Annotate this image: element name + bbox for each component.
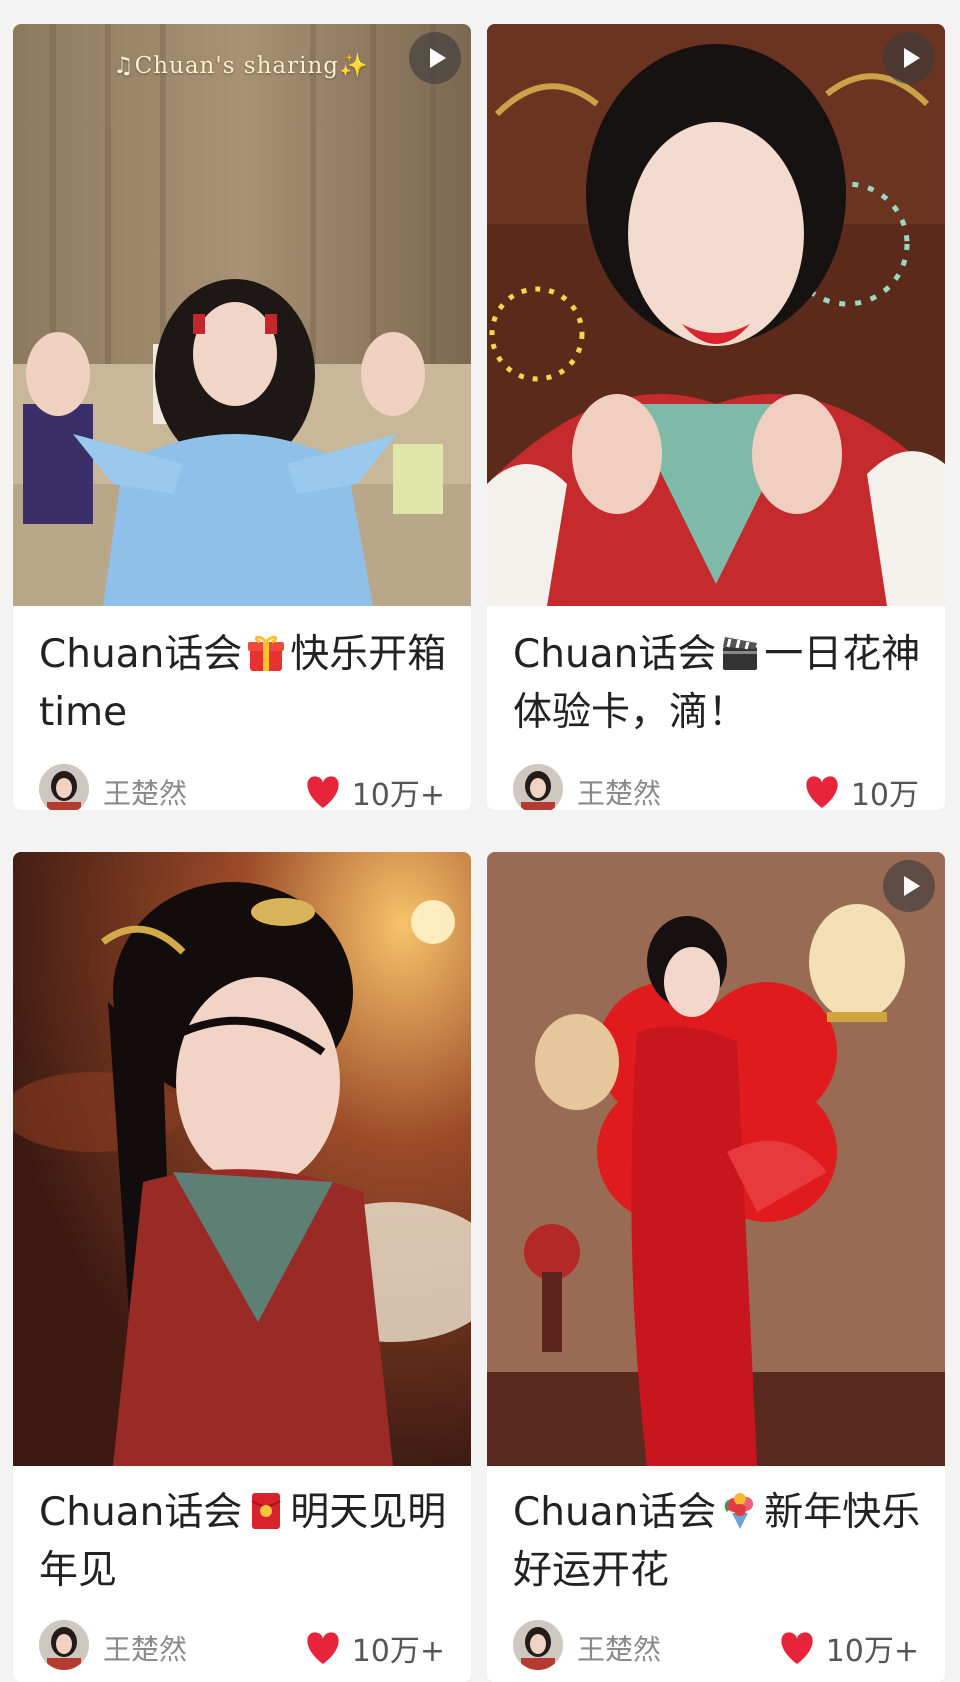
post-meta: 王楚然 10万+ <box>39 764 445 810</box>
post-meta: 王楚然 10万+ <box>513 1620 919 1670</box>
heart-icon <box>304 775 342 809</box>
heart-icon <box>803 775 841 809</box>
author-name[interactable]: 王楚然 <box>577 1628 661 1668</box>
red-envelope-icon <box>246 1491 286 1531</box>
post-title[interactable]: Chuan话会 快乐开箱time <box>39 626 451 742</box>
post-title-prefix: Chuan话会 <box>39 1490 243 1535</box>
post-card[interactable]: Chuan话会 明天见明年见 王楚然 10万+ <box>13 852 471 1682</box>
post-title-prefix: Chuan话会 <box>513 1490 717 1535</box>
post-meta: 王楚然 10万 <box>513 764 919 810</box>
gift-icon <box>246 633 286 673</box>
post-title[interactable]: Chuan话会 明天见明年见 <box>39 1484 451 1600</box>
video-overlay-caption: ♫Chuan's sharing✨ <box>113 53 369 79</box>
post-thumbnail[interactable] <box>13 852 471 1466</box>
post-title-prefix: Chuan话会 <box>513 632 717 677</box>
post-thumbnail[interactable] <box>487 24 945 606</box>
post-card[interactable]: ♫Chuan's sharing✨ Chuan话会 快乐开箱time 王楚然 10… <box>13 24 471 810</box>
play-icon[interactable] <box>883 860 935 912</box>
clapperboard-icon <box>720 633 760 673</box>
like-count: 10万+ <box>351 778 445 810</box>
play-icon[interactable] <box>409 32 461 84</box>
bouquet-icon <box>720 1491 760 1531</box>
like-button[interactable]: 10万 <box>803 770 919 810</box>
post-card[interactable]: Chuan话会 一日花神体验卡，滴！ 王楚然 10万 <box>487 24 945 810</box>
avatar[interactable] <box>39 764 89 810</box>
author-name[interactable]: 王楚然 <box>103 772 187 810</box>
post-title-prefix: Chuan话会 <box>39 632 243 677</box>
post-meta: 王楚然 10万+ <box>39 1620 445 1670</box>
like-button[interactable]: 10万+ <box>304 770 445 810</box>
heart-icon <box>304 1631 342 1665</box>
post-title[interactable]: Chuan话会 新年快乐好运开花 <box>513 1484 925 1600</box>
avatar[interactable] <box>513 1620 563 1670</box>
play-icon[interactable] <box>883 32 935 84</box>
post-title[interactable]: Chuan话会 一日花神体验卡，滴！ <box>513 626 925 742</box>
like-button[interactable]: 10万+ <box>778 1626 919 1670</box>
like-count: 10万+ <box>825 1634 919 1669</box>
post-thumbnail[interactable] <box>487 852 945 1466</box>
author-name[interactable]: 王楚然 <box>103 1628 187 1668</box>
like-button[interactable]: 10万+ <box>304 1626 445 1670</box>
post-thumbnail[interactable]: ♫Chuan's sharing✨ <box>13 24 471 606</box>
heart-icon <box>778 1631 816 1665</box>
like-count: 10万+ <box>351 1634 445 1669</box>
author-name[interactable]: 王楚然 <box>577 772 661 810</box>
avatar[interactable] <box>39 1620 89 1670</box>
like-count: 10万 <box>850 778 919 810</box>
post-feed: ♫Chuan's sharing✨ Chuan话会 快乐开箱time 王楚然 10… <box>0 0 960 1682</box>
post-card[interactable]: Chuan话会 新年快乐好运开花 王楚然 10万+ <box>487 852 945 1682</box>
avatar[interactable] <box>513 764 563 810</box>
